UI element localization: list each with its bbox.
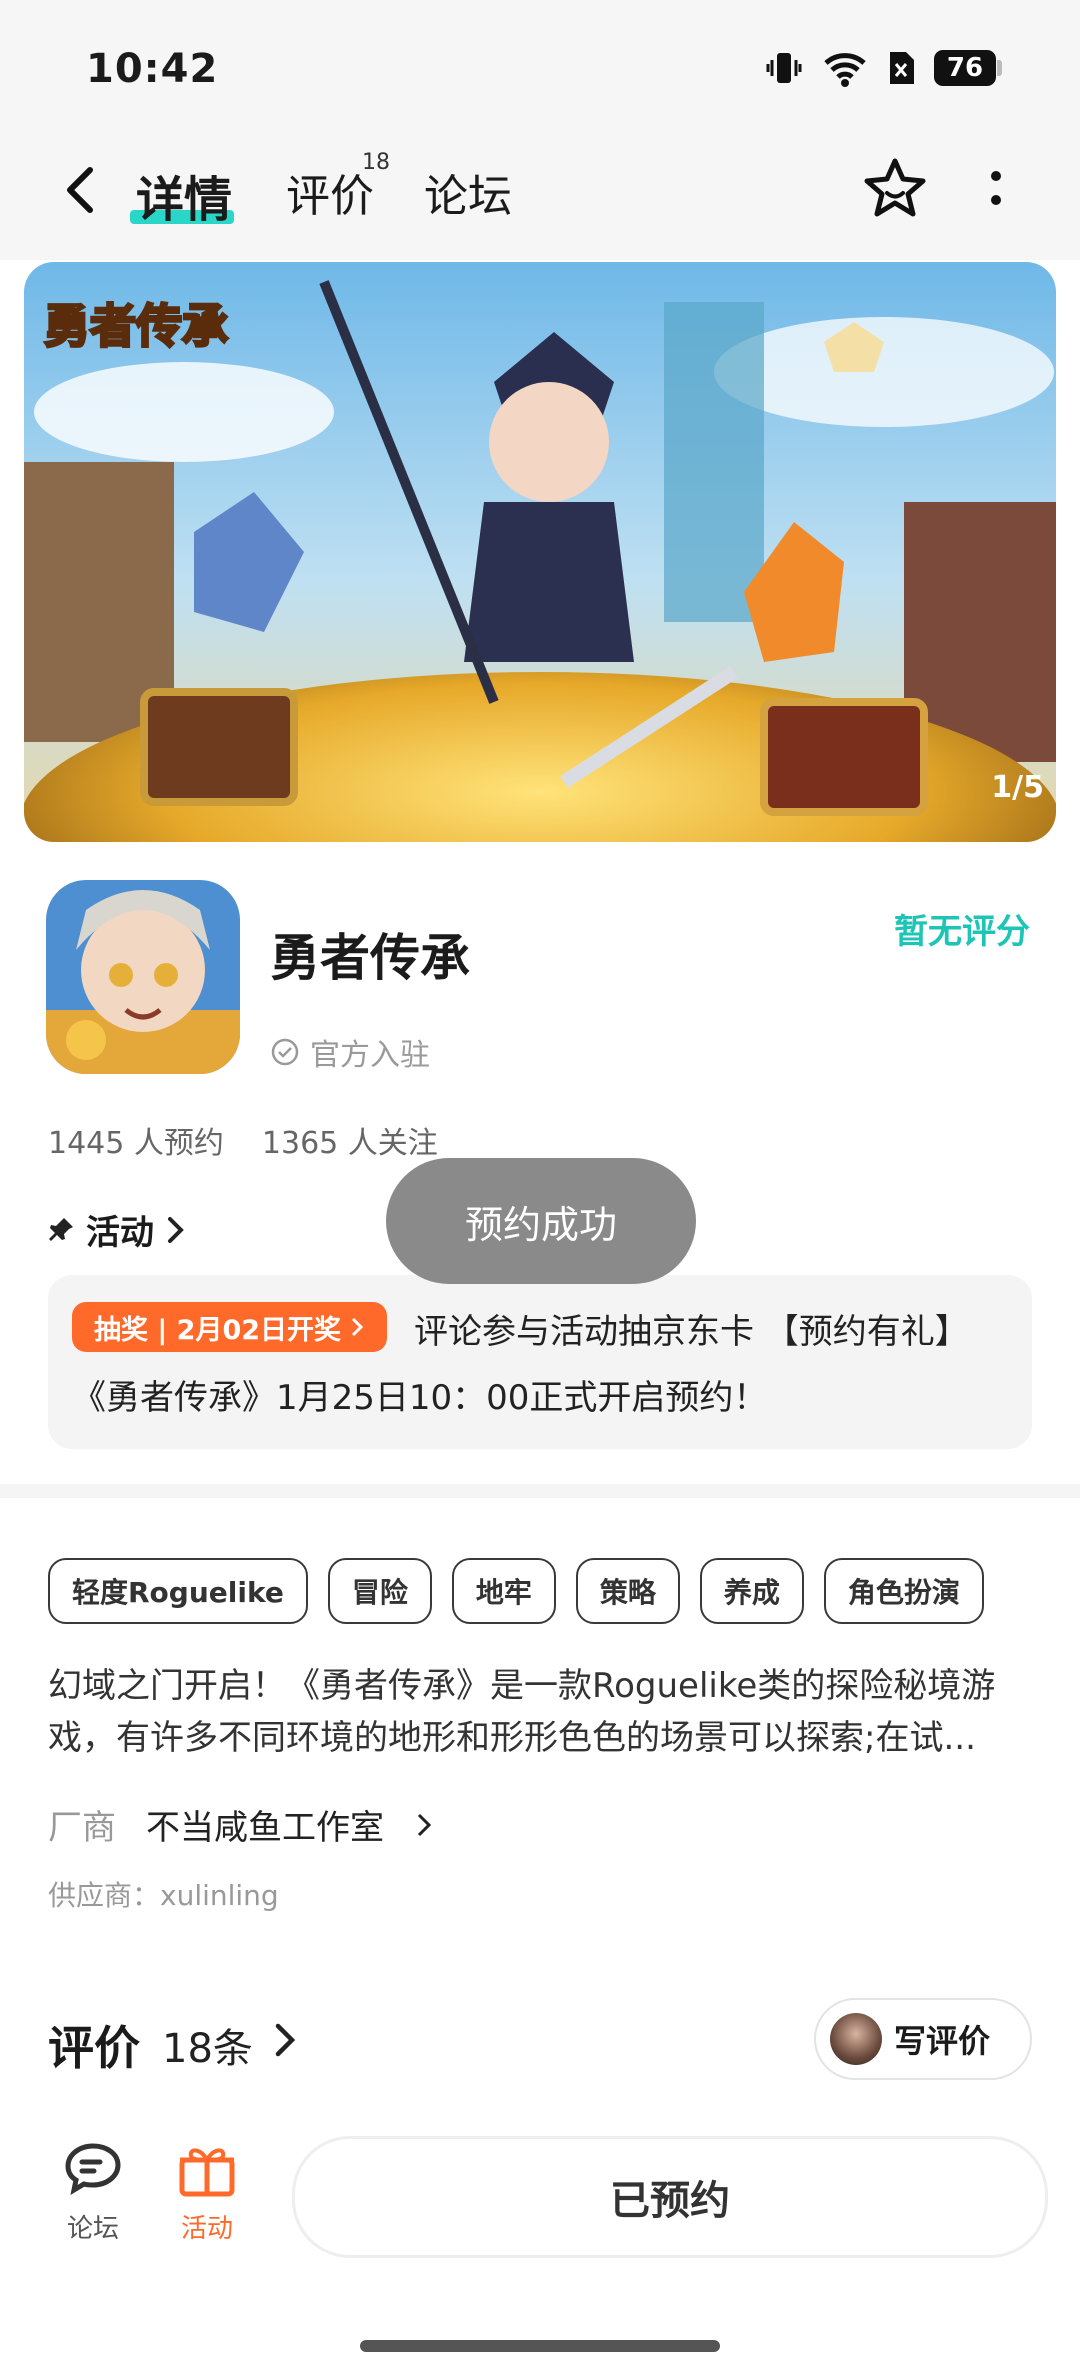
tag-item[interactable]: 角色扮演 bbox=[823, 1558, 984, 1624]
rating-text: 暂无评分 bbox=[894, 912, 1030, 952]
tag-item[interactable]: 策略 bbox=[575, 1558, 680, 1624]
bottom-activity-button[interactable]: 活动 bbox=[174, 2140, 240, 2245]
write-review-button[interactable]: 写评价 bbox=[814, 1998, 1032, 2080]
toast-message: 预约成功 bbox=[386, 1158, 696, 1284]
banner-artwork: 勇者传承 bbox=[24, 262, 1056, 842]
app-name: 勇者传承 bbox=[270, 929, 470, 987]
activity-header[interactable]: 活动 bbox=[46, 1205, 188, 1254]
vibrate-icon bbox=[766, 53, 802, 83]
official-label: 官方入驻 bbox=[310, 1038, 430, 1073]
chevron-right-icon bbox=[417, 1813, 432, 1836]
status-time: 10:42 bbox=[86, 46, 219, 92]
chat-bubble-icon bbox=[65, 2143, 121, 2196]
tag-item[interactable]: 轻度Roguelike bbox=[48, 1558, 308, 1624]
chevron-right-icon bbox=[351, 1317, 364, 1337]
pin-icon bbox=[49, 1217, 73, 1241]
favorite-star-icon[interactable] bbox=[860, 155, 930, 225]
section-divider bbox=[0, 1484, 1080, 1498]
activity-label: 活动 bbox=[86, 1213, 154, 1253]
bottom-forum-label: 论坛 bbox=[66, 2214, 119, 2244]
activity-title-line1: 评论参与活动抽京东卡 【预约有礼】 bbox=[414, 1312, 969, 1352]
reserved-button[interactable]: 已预约 bbox=[292, 2136, 1048, 2258]
more-options-icon[interactable] bbox=[972, 160, 1020, 220]
chevron-right-icon bbox=[168, 1216, 184, 1243]
back-arrow-icon[interactable] bbox=[58, 160, 102, 220]
banner-logo: 勇者传承 bbox=[44, 299, 228, 353]
activity-title-line2: 《勇者传承》1月25日10：00正式开启预约！ bbox=[72, 1378, 768, 1418]
wifi-icon bbox=[824, 53, 866, 87]
bottom-forum-button[interactable]: 论坛 bbox=[60, 2140, 126, 2245]
vendor-row[interactable]: 厂商 不当咸鱼工作室 bbox=[48, 1800, 434, 1849]
tab-review-count: 18 bbox=[362, 150, 390, 175]
follower-count: 1365 人关注 bbox=[261, 1126, 438, 1161]
vendor-label: 厂商 bbox=[48, 1808, 116, 1848]
gift-icon bbox=[179, 2148, 235, 2197]
tab-forum[interactable]: 论坛 bbox=[424, 160, 512, 224]
bottom-activity-label: 活动 bbox=[180, 2214, 233, 2244]
official-badge: 官方入驻 bbox=[270, 1030, 430, 1074]
tag-item[interactable]: 养成 bbox=[699, 1558, 804, 1624]
banner-page-indicator: 1/5 bbox=[991, 770, 1044, 805]
supplier-text: 供应商：xulinling bbox=[48, 1879, 279, 1912]
reservation-count: 1445 人预约 bbox=[48, 1126, 224, 1161]
write-review-label: 写评价 bbox=[894, 2022, 991, 2060]
lottery-badge: 抽奖 | 2月02日开奖 bbox=[72, 1302, 388, 1352]
tag-item[interactable]: 地牢 bbox=[451, 1558, 556, 1624]
game-description[interactable]: 幻域之门开启！《勇者传承》是一款Roguelike类的探险秘境游戏，有许多不同环… bbox=[48, 1660, 1038, 1764]
tag-item[interactable]: 冒险 bbox=[327, 1558, 432, 1624]
reviews-title[interactable]: 评价 bbox=[48, 2012, 140, 2078]
reviews-count[interactable]: 18条 bbox=[162, 2016, 253, 2074]
game-banner[interactable]: 勇者传承 bbox=[24, 262, 1056, 842]
vendor-name: 不当咸鱼工作室 bbox=[146, 1808, 384, 1848]
app-stats: 1445 人预约 1365 人关注 bbox=[48, 1118, 438, 1162]
avatar bbox=[830, 2013, 882, 2065]
tag-list: 轻度Roguelike 冒险 地牢 策略 养成 角色扮演 bbox=[48, 1558, 984, 1624]
home-indicator[interactable] bbox=[360, 2340, 720, 2352]
tab-review[interactable]: 评价 bbox=[286, 160, 374, 224]
check-circle-icon bbox=[271, 1038, 299, 1066]
lottery-badge-text: 抽奖 | 2月02日开奖 bbox=[94, 1314, 342, 1346]
battery-icon: 76 bbox=[934, 50, 1002, 86]
app-icon bbox=[46, 880, 240, 1074]
chevron-right-icon[interactable] bbox=[270, 2018, 300, 2062]
sim-icon bbox=[890, 52, 914, 84]
tab-detail[interactable]: 详情 bbox=[136, 160, 232, 230]
status-icons: 76 bbox=[764, 48, 1002, 88]
